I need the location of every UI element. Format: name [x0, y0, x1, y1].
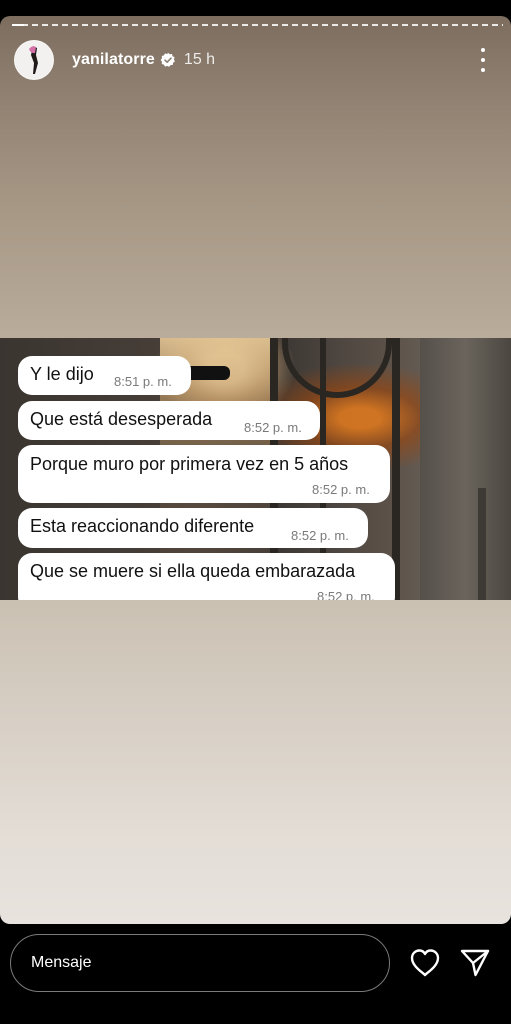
heart-icon[interactable]: [408, 946, 442, 980]
message-time: 8:52 p. m.: [291, 528, 349, 543]
send-icon[interactable]: [458, 946, 492, 980]
story-photo: Y le dijo 8:51 p. m. Que está desesperad…: [0, 338, 511, 600]
more-vertical-icon[interactable]: [473, 48, 493, 72]
chat-bubble: Esta reaccionando diferente 8:52 p. m.: [18, 508, 368, 548]
post-time: 15 h: [183, 51, 216, 68]
verified-badge-icon: [160, 52, 176, 68]
photo-pipe: [478, 488, 486, 600]
story-viewer: yanilatorre 15 h Y le dijo 8:51 p. m. Qu…: [0, 0, 511, 1024]
story-content[interactable]: yanilatorre 15 h Y le dijo 8:51 p. m. Qu…: [0, 16, 511, 924]
message-time: 8:52 p. m.: [312, 482, 370, 497]
message-text: Que está desesperada: [30, 409, 213, 429]
avatar[interactable]: [14, 40, 54, 80]
story-progress-bar: [12, 24, 503, 26]
chat-bubble: Porque muro por primera vez en 5 años 8:…: [18, 445, 390, 503]
progress-current: [12, 24, 24, 26]
chat-bubble: Y le dijo 8:51 p. m.: [18, 356, 191, 395]
photo-wall: [420, 338, 511, 600]
message-text: Que se muere si ella queda embarazada: [30, 561, 356, 581]
photo-sunglasses: [185, 366, 230, 380]
chat-bubble: Que está desesperada 8:52 p. m.: [18, 401, 320, 440]
chat-bubble: Que se muere si ella queda embarazada 8:…: [18, 553, 395, 600]
progress-segments: [12, 24, 503, 26]
message-time: 8:52 p. m.: [244, 420, 302, 435]
message-text: Esta reaccionando diferente: [30, 516, 255, 536]
username[interactable]: yanilatorre: [72, 51, 155, 69]
message-time: 8:52 p. m.: [317, 589, 375, 600]
reply-bar: [0, 924, 511, 1024]
avatar-image: [15, 41, 53, 79]
message-input[interactable]: [10, 934, 390, 992]
message-text: Porque muro por primera vez en 5 años: [30, 454, 349, 474]
message-time: 8:51 p. m.: [114, 374, 172, 389]
message-text: Y le dijo: [30, 364, 94, 384]
story-header: yanilatorre 15 h: [14, 40, 497, 80]
